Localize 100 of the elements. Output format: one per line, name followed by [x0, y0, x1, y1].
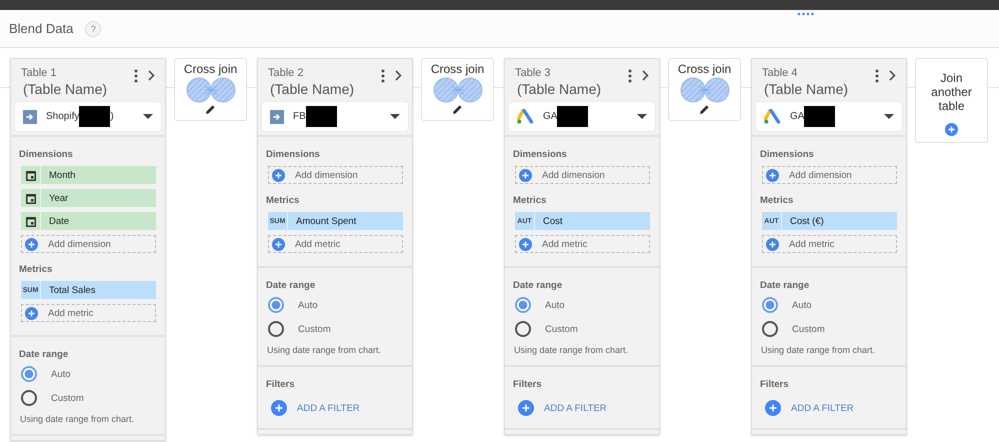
plus-icon [765, 400, 781, 416]
section-heading: Filters [266, 379, 296, 390]
section-heading: Date range [513, 280, 564, 291]
radio-label: Auto [545, 300, 565, 310]
calendar-icon [26, 192, 36, 204]
section-heading: Dimensions [266, 149, 321, 160]
add-metric-button[interactable]: Add metric [515, 235, 650, 253]
radio-label: Auto [298, 300, 318, 310]
radio-label: Custom [545, 324, 578, 334]
join-card[interactable]: Cross join [174, 58, 247, 121]
pencil-icon [452, 104, 463, 115]
date-range-note: Using date range from chart. [20, 414, 136, 424]
data-source-name: GA [790, 111, 804, 122]
radio-label: Auto [51, 368, 71, 380]
radio-button[interactable] [515, 321, 531, 337]
section-heading: Metrics [760, 195, 794, 206]
table-name[interactable]: (Table Name) [764, 81, 865, 97]
section-heading: Metrics [266, 195, 300, 206]
more-icon[interactable] [134, 69, 138, 83]
add-dimension-button[interactable]: Add dimension [515, 166, 650, 184]
caret-icon [390, 114, 400, 119]
data-source-dropdown[interactable]: GA [756, 102, 902, 131]
dimension-chip[interactable]: Year [21, 189, 156, 207]
triangle-logo-icon [764, 109, 781, 124]
section-heading: Metrics [19, 264, 54, 275]
add-metric-button[interactable]: Add metric [21, 304, 156, 322]
pencil-icon [205, 104, 216, 115]
drag-handle-icon[interactable] [797, 12, 815, 16]
arrow-square-icon [23, 110, 37, 124]
chevron-right-icon[interactable] [395, 70, 402, 81]
calendar-icon [26, 216, 36, 226]
radio-label: Custom [792, 324, 825, 334]
more-icon[interactable] [381, 69, 385, 83]
section-heading: Metrics [513, 195, 548, 206]
triangle-logo-icon [517, 109, 534, 124]
join-card[interactable]: Cross join [421, 58, 494, 121]
dimension-chip[interactable]: Date [21, 212, 156, 230]
add-filter-button[interactable]: ADD A FILTER [791, 402, 854, 414]
date-range-note: Using date range from chart. [514, 345, 630, 355]
add-metric-button[interactable]: Add metric [268, 235, 403, 253]
section-heading: Dimensions [19, 149, 74, 160]
add-metric-button[interactable]: Add metric [762, 235, 897, 253]
data-source-name: FB [293, 111, 306, 122]
data-source-dropdown[interactable]: FB [262, 102, 408, 131]
radio-button[interactable] [21, 366, 37, 382]
plus-icon [945, 123, 958, 136]
radio-button[interactable] [268, 297, 284, 313]
join-card[interactable]: Cross join [668, 58, 741, 121]
caret-icon [884, 114, 894, 119]
venn-icon [432, 77, 484, 103]
plus-icon [519, 168, 532, 182]
table-label: Table 3 [515, 67, 552, 79]
data-source-name: Shopify [46, 111, 80, 122]
table-name[interactable]: (Table Name) [270, 81, 371, 97]
radio-label: Custom [298, 324, 331, 334]
caret-icon [143, 114, 153, 119]
data-source-dropdown[interactable]: GA [509, 102, 655, 131]
join-table-card[interactable]: Join another table [915, 58, 988, 143]
plus-icon [25, 238, 38, 250]
venn-icon [184, 77, 236, 103]
add-filter-button[interactable]: ADD A FILTER [544, 402, 607, 414]
plus-icon [518, 400, 534, 416]
plus-icon [272, 168, 285, 182]
section-heading: Date range [19, 349, 70, 360]
plus-icon [272, 238, 285, 250]
add-dimension-button[interactable]: Add dimension [762, 166, 897, 184]
data-source-dropdown[interactable]: Shopify ) [15, 102, 161, 131]
table-name[interactable]: (Table Name) [517, 81, 618, 97]
venn-icon [678, 77, 730, 103]
section-heading: Dimensions [513, 149, 568, 160]
radio-label: Auto [792, 300, 812, 310]
plus-icon [519, 238, 532, 250]
section-heading: Filters [513, 379, 543, 390]
add-dimension-button[interactable]: Add dimension [21, 235, 156, 253]
radio-button[interactable] [268, 321, 284, 337]
radio-button[interactable] [762, 321, 778, 337]
plus-icon [271, 400, 287, 416]
add-filter-button[interactable]: ADD A FILTER [297, 402, 360, 414]
table-label: Table 4 [762, 67, 798, 79]
date-range-note: Using date range from chart. [267, 345, 382, 355]
more-icon[interactable] [875, 69, 879, 83]
section-heading: Dimensions [760, 149, 815, 160]
table-label: Table 2 [268, 67, 304, 79]
dimension-chip[interactable]: Month [21, 166, 156, 184]
radio-button[interactable] [762, 297, 778, 313]
table-label: Table 1 [21, 67, 58, 79]
data-source-name: GA [543, 111, 558, 122]
radio-button[interactable] [21, 390, 37, 406]
section-heading: Date range [760, 280, 810, 291]
more-icon[interactable] [628, 69, 632, 83]
pencil-icon [699, 104, 710, 115]
add-dimension-button[interactable]: Add dimension [268, 166, 403, 184]
table-name[interactable]: (Table Name) [23, 81, 124, 97]
caret-icon [637, 114, 647, 119]
chevron-right-icon[interactable] [642, 70, 649, 81]
calendar-icon [26, 170, 36, 180]
chevron-right-icon[interactable] [889, 70, 896, 81]
data-source-suffix: ) [110, 111, 114, 122]
chevron-right-icon[interactable] [148, 70, 155, 81]
radio-button[interactable] [515, 297, 531, 313]
